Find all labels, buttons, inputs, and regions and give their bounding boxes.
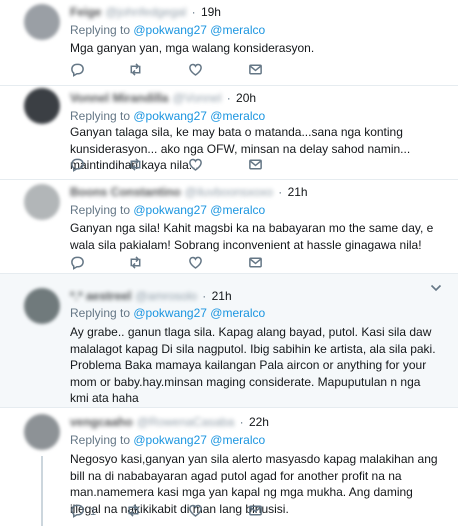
dm-button[interactable] [248,504,263,520]
retweet-button[interactable] [128,158,149,174]
like-button[interactable] [188,256,209,272]
tweet-actions [70,158,390,174]
envelope-icon [248,62,263,80]
reply-button[interactable] [70,158,91,174]
tweet-actions [70,256,390,272]
timestamp[interactable]: 21h [288,185,308,199]
retweet-icon [128,255,143,273]
heart-icon [188,157,203,175]
replying-label: Replying to [70,203,134,217]
replying-to: Replying to @pokwang27 @meralco [70,108,265,124]
replying-label: Replying to [70,433,134,447]
reply-button[interactable] [70,63,91,79]
envelope-icon [248,503,263,521]
display-name[interactable]: Vonnel Mirandilla [70,90,168,106]
tweet-header: Vonnel Mirandilla @Vonnel · 20h [70,90,256,106]
mention-link[interactable]: @pokwang27 [133,203,207,217]
tweet-menu-button[interactable] [430,280,444,292]
mention-link[interactable]: @pokwang27 [133,109,207,123]
separator-dot: · [223,91,235,105]
tweet-item[interactable]: Feige @johnfedgegal · 19h Replying to @po… [0,0,458,86]
tweet-text: Mga ganyan yan, mga walang konsiderasyon… [70,41,315,55]
separator-dot: · [198,289,210,303]
user-handle[interactable]: @iluvboonsxoxo [185,184,273,200]
timestamp[interactable]: 20h [236,91,256,105]
avatar[interactable] [24,88,60,124]
replying-label: Replying to [70,109,134,123]
tweet-text: Ay grabe.. ganun tlaga sila. Kapag alang… [70,325,436,405]
reply-icon [70,62,85,80]
mention-link[interactable]: @pokwang27 [133,433,207,447]
separator-dot: · [188,5,199,19]
tweet-item[interactable]: Vonnel Mirandilla @Vonnel · 20h Replying … [0,86,458,180]
retweet-icon [128,62,143,80]
timestamp[interactable]: 19h [201,5,221,19]
avatar[interactable] [24,414,60,450]
tweet-header: *.* aestreel @amrosolo · 21h [70,288,232,304]
tweet-header: vengcaaho @RowenaCasaba · 22h [70,414,269,430]
thread-connector [41,456,43,526]
envelope-icon [248,255,263,273]
display-name[interactable]: Boons Constantino [70,184,181,200]
reply-icon [70,503,85,521]
replying-label: Replying to [70,306,134,320]
tweet-actions: 1 [70,504,390,520]
mention-link[interactable]: @pokwang27 [133,23,207,37]
tweet-item[interactable]: Boons Constantino @iluvboonsxoxo · 21h Re… [0,180,458,274]
separator-dot: · [274,185,286,199]
mention-link[interactable]: @meralco [210,306,265,320]
timestamp[interactable]: 21h [212,289,232,303]
display-name[interactable]: Feige [70,4,101,20]
mention-link[interactable]: @meralco [210,203,265,217]
user-handle[interactable]: @Vonnel [172,90,221,106]
avatar[interactable] [24,4,60,40]
display-name[interactable]: vengcaaho [70,414,133,430]
retweet-button[interactable] [128,256,149,272]
reply-icon [70,157,85,175]
reply-button[interactable] [70,256,91,272]
reply-button[interactable] [70,504,91,520]
retweet-button[interactable] [128,63,149,79]
chevron-down-icon [430,280,442,297]
tweet-item[interactable]: vengcaaho @RowenaCasaba · 22h Replying to… [0,408,458,526]
dm-button[interactable] [248,256,263,272]
dm-button[interactable] [248,63,263,79]
retweet-icon [128,157,143,175]
tweet-text: Ganyan nga sila! Kahit magsbi ka na baba… [70,221,434,252]
user-handle[interactable]: @amrosolo [135,288,197,304]
retweet-button[interactable]: 1 [90,504,141,520]
heart-icon [188,503,203,521]
replying-label: Replying to [70,23,134,37]
retweet-count: 1 [90,506,97,518]
dm-button[interactable] [248,158,263,174]
replying-to: Replying to @pokwang27 @meralco [70,22,265,38]
reply-feed: Feige @johnfedgegal · 19h Replying to @po… [0,0,458,526]
mention-link[interactable]: @pokwang27 [133,306,207,320]
replying-to: Replying to @pokwang27 @meralco [70,432,265,448]
heart-icon [188,255,203,273]
envelope-icon [248,157,263,175]
like-button[interactable] [188,158,209,174]
user-handle[interactable]: @johnfedgegal [105,4,186,20]
display-name[interactable]: *.* aestreel [70,288,131,304]
replying-to: Replying to @pokwang27 @meralco [70,202,265,218]
mention-link[interactable]: @meralco [210,23,265,37]
mention-link[interactable]: @meralco [210,109,265,123]
reply-icon [70,255,85,273]
user-handle[interactable]: @RowenaCasaba [137,414,235,430]
mention-link[interactable]: @meralco [210,433,265,447]
tweet-actions [70,63,390,79]
avatar[interactable] [24,184,60,220]
tweet-header: Boons Constantino @iluvboonsxoxo · 21h [70,184,308,200]
tweet-item[interactable]: *.* aestreel @amrosolo · 21h Replying to … [0,274,458,408]
timestamp[interactable]: 22h [249,415,269,429]
tweet-header: Feige @johnfedgegal · 19h [70,4,221,20]
like-button[interactable] [188,504,209,520]
like-button[interactable] [188,63,209,79]
avatar[interactable] [24,288,60,324]
replying-to: Replying to @pokwang27 @meralco [70,305,265,321]
retweet-icon [126,503,141,521]
separator-dot: · [236,415,247,429]
heart-icon [188,62,203,80]
